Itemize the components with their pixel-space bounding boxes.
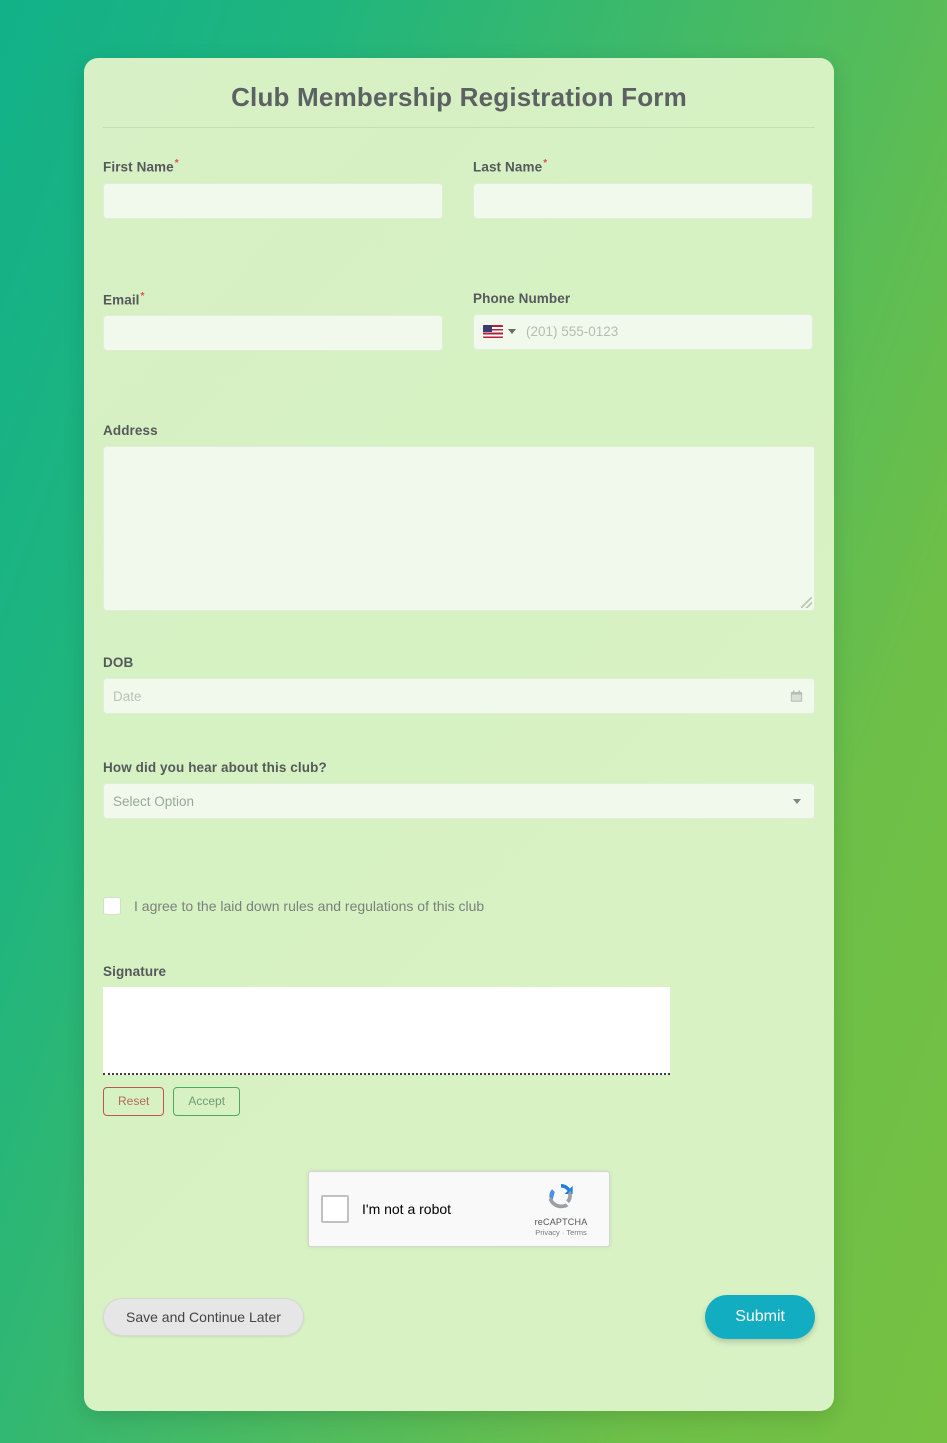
first-name-input[interactable] xyxy=(103,182,443,219)
dob-label: DOB xyxy=(103,655,134,670)
signature-accept-button[interactable]: Accept xyxy=(173,1087,241,1116)
recaptcha-widget[interactable]: I'm not a robot reCAPTCHA Privacy · Term… xyxy=(308,1170,610,1247)
recaptcha-row: I'm not a robot reCAPTCHA Privacy · Term… xyxy=(103,1170,815,1247)
last-name-field: Last Name* xyxy=(473,158,813,219)
name-row: First Name* Last Name* xyxy=(103,158,815,219)
required-asterisk: * xyxy=(543,158,548,169)
referral-selected-value: Select Option xyxy=(113,793,195,809)
submit-button[interactable]: Submit xyxy=(705,1294,815,1339)
required-asterisk: * xyxy=(174,158,179,169)
recaptcha-brand: reCAPTCHA Privacy · Terms xyxy=(525,1180,597,1237)
last-name-label-text: Last Name xyxy=(473,159,543,175)
chevron-down-icon[interactable] xyxy=(508,329,516,334)
agreement-checkbox[interactable] xyxy=(103,897,121,915)
phone-label: Phone Number xyxy=(473,290,571,306)
referral-select[interactable]: Select Option xyxy=(103,783,815,819)
recaptcha-privacy-link[interactable]: Privacy xyxy=(535,1228,560,1237)
dob-input[interactable] xyxy=(103,678,815,714)
signature-reset-button[interactable]: Reset xyxy=(103,1087,165,1116)
save-and-continue-button[interactable]: Save and Continue Later xyxy=(103,1297,304,1336)
recaptcha-legal: Privacy · Terms xyxy=(525,1228,597,1237)
referral-field: How did you hear about this club? Select… xyxy=(103,760,815,819)
page-title: Club Membership Registration Form xyxy=(231,82,687,112)
recaptcha-terms-link[interactable]: Terms xyxy=(566,1228,586,1237)
referral-label: How did you hear about this club? xyxy=(103,760,327,775)
first-name-field: First Name* xyxy=(103,158,443,219)
phone-input-group[interactable] xyxy=(473,313,813,350)
last-name-label: Last Name* xyxy=(473,158,813,175)
last-name-input[interactable] xyxy=(473,182,813,219)
form-footer: Save and Continue Later Submit xyxy=(103,1294,815,1339)
contact-row: Email* Phone Number xyxy=(103,291,815,352)
phone-input[interactable] xyxy=(516,314,813,349)
address-field: Address xyxy=(103,423,815,611)
signature-field: Signature Reset Accept xyxy=(103,964,815,1116)
address-label: Address xyxy=(103,423,158,438)
email-field: Email* xyxy=(103,291,443,351)
dob-input-wrap xyxy=(103,678,815,714)
us-flag-icon[interactable] xyxy=(483,325,503,338)
first-name-label-text: First Name xyxy=(103,159,174,175)
referral-select-wrap[interactable]: Select Option xyxy=(103,783,815,819)
agreement-label: I agree to the laid down rules and regul… xyxy=(134,898,485,914)
recaptcha-checkbox[interactable] xyxy=(321,1194,349,1223)
phone-field: Phone Number xyxy=(473,291,813,352)
page-root: Club Membership Registration Form First … xyxy=(0,0,947,1443)
title-divider xyxy=(103,127,815,128)
signature-label: Signature xyxy=(103,964,167,979)
agreement-row[interactable]: I agree to the laid down rules and regul… xyxy=(103,897,815,915)
dob-field: DOB xyxy=(103,655,815,714)
email-label: Email* xyxy=(103,291,443,308)
recaptcha-label: I'm not a robot xyxy=(362,1200,452,1217)
required-asterisk: * xyxy=(140,290,145,302)
calendar-icon[interactable] xyxy=(790,690,803,703)
recaptcha-brand-name: reCAPTCHA xyxy=(534,1217,588,1228)
recaptcha-separator: · xyxy=(561,1228,565,1238)
signature-buttons: Reset Accept xyxy=(103,1087,815,1116)
first-name-label: First Name* xyxy=(103,158,443,175)
email-label-text: Email xyxy=(103,292,140,307)
address-textarea[interactable] xyxy=(103,446,815,611)
registration-form-card: Club Membership Registration Form First … xyxy=(84,58,834,1411)
address-textarea-wrap xyxy=(103,446,815,611)
signature-pad[interactable] xyxy=(103,987,670,1075)
email-input[interactable] xyxy=(103,315,443,351)
recaptcha-logo-icon xyxy=(548,1184,573,1209)
